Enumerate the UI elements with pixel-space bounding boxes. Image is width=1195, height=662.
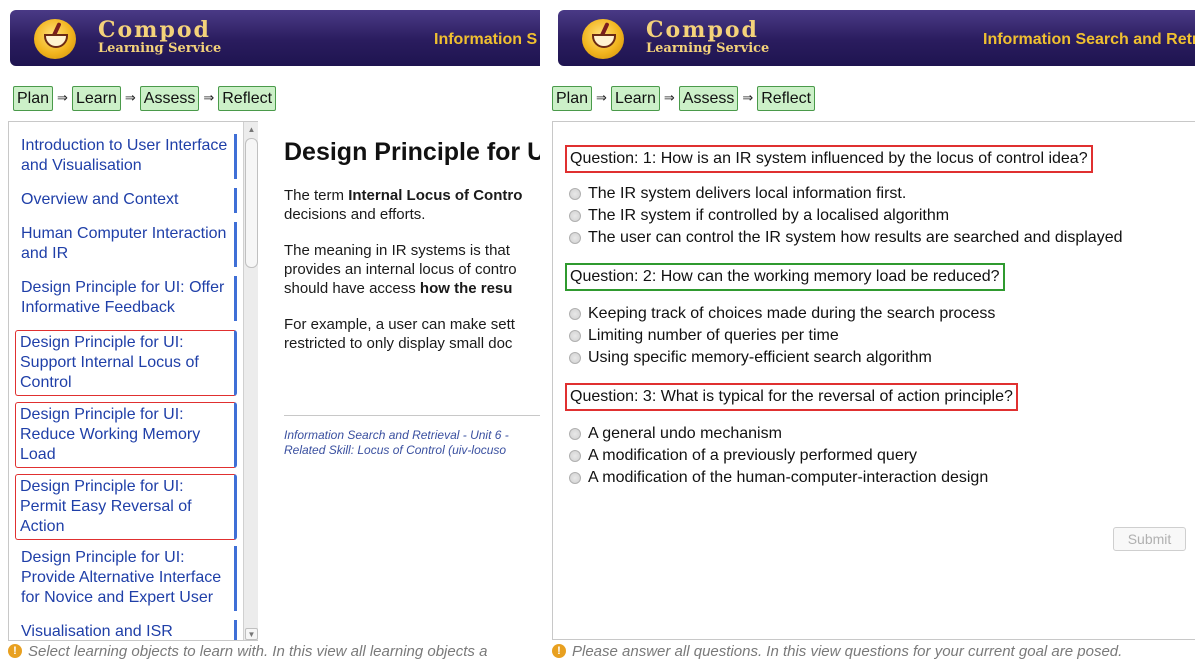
question-1: Question: 1: How is an IR system influen…	[565, 145, 1093, 173]
answer-option[interactable]: A general undo mechanism	[569, 424, 782, 444]
course-title: Information S	[434, 31, 538, 48]
step-learn[interactable]: Learn	[71, 85, 121, 111]
step-reflect[interactable]: Reflect	[757, 85, 816, 111]
scrollbar-thumb[interactable]	[245, 138, 258, 268]
scroll-down-icon[interactable]: ▼	[245, 628, 258, 640]
question-panel: Question: 1: How is an IR system influen…	[552, 121, 1195, 640]
list-item[interactable]: Overview and Context	[17, 188, 237, 213]
list-item[interactable]: Design Principle for UI: Offer Informati…	[17, 276, 237, 321]
option-label: Limiting number of queries per time	[588, 327, 839, 344]
answer-option[interactable]: Limiting number of queries per time	[569, 326, 839, 346]
arrow-icon: ⇒	[203, 90, 215, 105]
step-learn[interactable]: Learn	[610, 85, 660, 111]
radio-button[interactable]	[569, 352, 581, 364]
radio-button[interactable]	[569, 450, 581, 462]
p3-line2: restricted to only display small doc	[284, 335, 513, 352]
option-label: The user can control the IR system how r…	[588, 229, 1123, 246]
submit-button[interactable]: Submit	[1113, 527, 1186, 551]
app-header: Compod Learning Service Information Sear…	[558, 10, 1195, 66]
radio-button[interactable]	[569, 330, 581, 342]
answer-option[interactable]: A modification of a previously performed…	[569, 446, 917, 466]
scroll-up-icon[interactable]: ▲	[245, 124, 258, 136]
answer-option[interactable]: Keeping track of choices made during the…	[569, 304, 995, 324]
content-paragraph: The term Internal Locus of Contro decisi…	[284, 186, 540, 224]
status-text: Please answer all questions. In this vie…	[572, 642, 1123, 660]
option-label: Keeping track of choices made during the…	[588, 305, 996, 322]
divider	[284, 415, 540, 416]
learn-view-pane: Compod Learning Service Information S Pl…	[0, 0, 540, 662]
app-header: Compod Learning Service Information S	[10, 10, 540, 66]
arrow-icon: ⇒	[663, 90, 675, 105]
status-text: Select learning objects to learn with. I…	[28, 642, 488, 660]
list-item[interactable]: Human Computer Interaction and IR	[17, 222, 237, 267]
list-item-selected[interactable]: Design Principle for UI: Reduce Working …	[15, 402, 237, 468]
brand: Compod Learning Service	[646, 18, 769, 56]
option-label: The IR system if controlled by a localis…	[588, 207, 950, 224]
list-item[interactable]: Introduction to User Interface and Visua…	[17, 134, 237, 179]
content-paragraph: The meaning in IR systems is that provid…	[284, 241, 540, 298]
p3-line1: For example, a user can make sett	[284, 316, 515, 333]
assess-view-pane: Compod Learning Service Information Sear…	[548, 0, 1195, 662]
p2-line2: provides an internal locus of contro	[284, 261, 517, 278]
brand-subtitle: Learning Service	[98, 41, 222, 56]
list-item[interactable]: Visualisation and ISR	[17, 620, 237, 640]
arrow-icon: ⇒	[57, 90, 68, 105]
p2-line3: should have access	[284, 280, 420, 297]
step-plan[interactable]: Plan	[13, 85, 54, 111]
learning-object-list: Introduction to User Interface and Visua…	[8, 121, 258, 641]
list-item[interactable]: Design Principle for UI: Provide Alterna…	[17, 546, 237, 611]
arrow-icon: ⇒	[124, 90, 136, 105]
list-scrollbar[interactable]: ▲ ▼	[243, 122, 258, 640]
question-2: Question: 2: How can the working memory …	[565, 263, 1005, 291]
question-3: Question: 3: What is typical for the rev…	[565, 383, 1018, 411]
arrow-icon: ⇒	[596, 90, 607, 105]
answer-option[interactable]: The user can control the IR system how r…	[569, 228, 1123, 248]
radio-button[interactable]	[569, 428, 581, 440]
meta-skill: Related Skill: Locus of Control (uiv-loc…	[284, 443, 507, 457]
option-label: The IR system delivers local information…	[588, 185, 907, 202]
option-label: A modification of the human-computer-int…	[588, 469, 989, 486]
content-paragraph: For example, a user can make sett restri…	[284, 315, 540, 353]
content-meta: Information Search and Retrieval - Unit …	[284, 428, 540, 458]
info-icon: !	[8, 644, 22, 658]
learning-content: Design Principle for U The term Internal…	[284, 136, 540, 458]
meta-unit: Information Search and Retrieval - Unit …	[284, 428, 509, 442]
brand-name: Compod	[646, 17, 759, 43]
step-reflect[interactable]: Reflect	[218, 85, 277, 111]
workflow-steps: Plan ⇒ Learn ⇒ Assess ⇒ Reflect	[552, 84, 816, 112]
arrow-icon: ⇒	[742, 90, 754, 105]
step-plan[interactable]: Plan	[552, 85, 593, 111]
p1-text: The term	[284, 187, 349, 204]
step-assess[interactable]: Assess	[139, 85, 200, 111]
list-item-selected[interactable]: Design Principle for UI: Permit Easy Rev…	[15, 474, 237, 540]
option-label: A modification of a previously performed…	[588, 447, 918, 464]
brand-subtitle: Learning Service	[646, 41, 770, 56]
info-icon: !	[552, 644, 566, 658]
answer-option[interactable]: The IR system if controlled by a localis…	[569, 206, 949, 226]
radio-button[interactable]	[569, 232, 581, 244]
p2-line1: The meaning in IR systems is that	[284, 242, 510, 259]
workflow-steps: Plan ⇒ Learn ⇒ Assess ⇒ Reflect	[13, 84, 277, 112]
status-bar: ! Select learning objects to learn with.…	[8, 641, 487, 661]
radio-button[interactable]	[569, 308, 581, 320]
status-bar: ! Please answer all questions. In this v…	[552, 641, 1122, 661]
course-title: Information Search and Retr	[983, 31, 1195, 48]
step-assess[interactable]: Assess	[678, 85, 739, 111]
radio-button[interactable]	[569, 188, 581, 200]
radio-button[interactable]	[569, 210, 581, 222]
page-title: Design Principle for U	[284, 138, 540, 166]
option-label: Using specific memory-efficient search a…	[588, 349, 932, 366]
answer-option[interactable]: A modification of the human-computer-int…	[569, 468, 988, 488]
list-item-selected[interactable]: Design Principle for UI: Support Interna…	[15, 330, 237, 396]
p2-bold: how the resu	[419, 280, 513, 297]
brand-name: Compod	[98, 17, 211, 43]
radio-button[interactable]	[569, 472, 581, 484]
answer-option[interactable]: Using specific memory-efficient search a…	[569, 348, 932, 368]
p1-bold: Internal Locus of Contro	[348, 187, 523, 204]
answer-option[interactable]: The IR system delivers local information…	[569, 184, 906, 204]
brand: Compod Learning Service	[98, 18, 221, 56]
pane-gap	[540, 0, 548, 662]
p1-line2: decisions and efforts.	[284, 206, 426, 223]
option-label: A general undo mechanism	[588, 425, 782, 442]
